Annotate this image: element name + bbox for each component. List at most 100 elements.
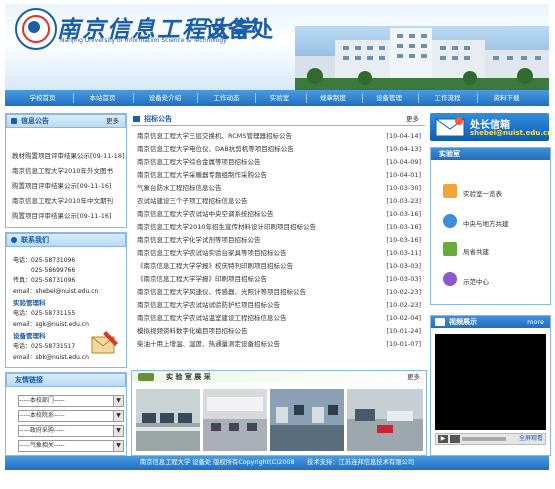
video-controls: ▶ 全屏观看	[435, 433, 546, 445]
page-footer: 南京信息工程大学 设备处 版权所有Copyright(C)2008 技术支持：江…	[5, 456, 549, 470]
bid-row[interactable]: 南京信息工程大学采暖器专题组制作采购公告 [10-04-01]	[137, 170, 421, 181]
bid-row-title[interactable]: 模拟视频资料数字化编目项目招标公告	[137, 326, 248, 337]
bid-row[interactable]: 南京信息工程大学农试站中央空调系统招标公告 [10-03-16]	[137, 209, 421, 220]
bid-row[interactable]: 南京信息工程大学农试站实验台家具等项目招标公告 [10-03-11]	[137, 248, 421, 259]
contact-email[interactable]: email：sgk@nuist.edu.cn	[13, 319, 89, 328]
bid-row[interactable]: 南京信息工程大学电位仪、DAB抗剪机等项目招标公告 [10-04-13]	[137, 144, 421, 155]
envelope-pen-icon	[91, 331, 118, 354]
select-school-colleges[interactable]: -----本校院系----- ▼	[18, 410, 124, 422]
select-government-procurement[interactable]: -----政府采购----- ▼	[18, 425, 124, 437]
bid-row-title[interactable]: 气象台防水工程招标信息公告	[137, 183, 222, 194]
select-school-departments[interactable]: -----本校部门----- ▼	[18, 395, 124, 407]
nav-downloads[interactable]: 资料下载	[479, 90, 534, 106]
contact-line: 电话：025-58731155	[13, 310, 76, 317]
bid-row[interactable]: 南京信息工程大学综合金属等项目招标公告 [10-04-09]	[137, 157, 421, 168]
bid-row[interactable]: 《南京信息工程大学学报》校庆特刊印刷项目招标公告 [10-03-03]	[137, 261, 421, 272]
lab-photo[interactable]	[270, 389, 344, 451]
nav-workflow[interactable]: 工作流程	[420, 90, 475, 106]
contact-email[interactable]: email：shebei@nuist.edu.cn	[13, 286, 98, 295]
bid-row-title[interactable]: 南京信息工程大学农试站温室建设工程招标信息公告	[137, 313, 287, 324]
bid-row-title[interactable]: 《南京信息工程大学学报》印刷项目招标公告	[137, 274, 267, 285]
bid-row-date: [10-04-01]	[386, 171, 421, 179]
bid-row[interactable]: 南京信息工程大学化学试剂等项目招标公告 [10-03-16]	[137, 235, 421, 246]
bid-row-title[interactable]: 南京信息工程大学农试站实验台家具等项目招标公告	[137, 248, 287, 259]
video-more-link[interactable]: more	[527, 316, 544, 328]
progress-bar[interactable]	[462, 437, 506, 441]
contact-line: 传真：025-58731096	[13, 277, 76, 284]
lab-photo[interactable]	[203, 389, 267, 451]
bid-row-title[interactable]: 南京信息工程大学农试站中央空调系统招标公告	[137, 209, 274, 220]
chevron-down-icon: ▼	[113, 411, 123, 421]
bid-row-date: [10-04-09]	[386, 158, 421, 166]
bid-row-title[interactable]: 南京信息工程大学化学试剂等项目招标公告	[137, 235, 261, 246]
bid-row-title[interactable]: 南京信息工程大学综合金属等项目招标公告	[137, 157, 261, 168]
bid-row[interactable]: 南京信息工程大学三层交换机、RCMS管理器招标公告 [10-04-14]	[137, 131, 421, 142]
bid-row[interactable]: 模拟视频资料数字化编目项目招标公告 [10-01-24]	[137, 326, 421, 337]
lab-management-heading: 实验管理科	[13, 299, 46, 307]
bid-row[interactable]: 南京信息工程大学农试站试验防护栏项目招标公告 [10-02-23]	[137, 300, 421, 311]
bid-more-link[interactable]: 更多	[406, 113, 419, 125]
notice-item[interactable]: 购置项目评审结果公示[09-11-16]	[12, 180, 112, 190]
bid-row-title[interactable]: 农试站建设三个子项工程招标信息公告	[137, 196, 248, 207]
lab-list-link[interactable]: 实验室一览表	[463, 188, 502, 198]
lab-photo[interactable]	[136, 389, 200, 451]
bid-row-date: [10-03-11]	[386, 249, 421, 257]
lab-showcase-more-link[interactable]: 更多	[407, 371, 420, 383]
bid-row-date: [10-04-13]	[386, 145, 421, 153]
bid-row-title[interactable]: 南京信息工程大学风速仪、传感器、光照计等项目招标公告	[137, 287, 306, 298]
fullscreen-button[interactable]: 全屏观看	[519, 434, 543, 444]
contact-email[interactable]: email：sbk@nuist.edu.cn	[13, 352, 89, 361]
nav-school-home[interactable]: 学校首页	[15, 90, 70, 106]
group-icon	[443, 242, 457, 256]
bid-row-title[interactable]: 南京信息工程大学电位仪、DAB抗剪机等项目招标公告	[137, 144, 294, 155]
bid-row-date: [10-01-07]	[386, 340, 421, 348]
video-player-screen[interactable]	[435, 334, 546, 430]
notice-item[interactable]: 南京信息工程大学2010年中文期刊	[12, 195, 113, 205]
nav-work-news[interactable]: 工作动态	[199, 90, 254, 106]
nav-department-intro[interactable]: 设备处介绍	[135, 90, 195, 106]
bid-row[interactable]: 南京信息工程大学风速仪、传感器、光照计等项目招标公告 [10-02-23]	[137, 287, 421, 298]
list-icon	[443, 184, 457, 198]
bid-icon	[133, 116, 140, 122]
stop-icon[interactable]	[450, 435, 460, 443]
bid-row[interactable]: 南京信息工程大学农试站温室建设工程招标信息公告 [10-02-04]	[137, 313, 421, 324]
notice-item[interactable]: 购置项目评审结果公示[09-11-16]	[12, 210, 112, 220]
notice-title: 信息公告	[21, 117, 49, 125]
bid-row[interactable]: 南京信息工程大学2010年招生宣传材料设计印刷项目招标公告 [10-03-16]	[137, 222, 421, 233]
central-local-link[interactable]: 中央与地方共建	[463, 218, 509, 228]
bid-row-title[interactable]: 《南京信息工程大学学报》校庆特刊印刷项目招标公告	[137, 261, 293, 272]
bid-row-title[interactable]: 南京信息工程大学采暖器专题组制作采购公告	[137, 170, 267, 181]
nav-laboratory[interactable]: 实验室	[257, 90, 302, 106]
notice-more-link[interactable]: 更多	[106, 115, 119, 127]
demo-center-link[interactable]: 示范中心	[463, 276, 489, 286]
bid-row[interactable]: 《南京信息工程大学学报》印刷项目招标公告 [10-03-03]	[137, 274, 421, 285]
bureau-province-link[interactable]: 局省共建	[463, 246, 489, 256]
play-icon[interactable]: ▶	[438, 435, 448, 443]
bid-row[interactable]: 柴油十用上增温、湿度、热通量测定设备招标公告 [10-01-07]	[137, 339, 421, 350]
contact-header: 联系我们	[6, 233, 126, 247]
links-title: 友情链接	[15, 376, 43, 384]
bid-row-title[interactable]: 南京信息工程大学农试站试验防护栏项目招标公告	[137, 300, 280, 311]
notice-item[interactable]: 南京信息工程大学2010年外文图书	[12, 165, 113, 175]
nav-site-home[interactable]: 本站首页	[75, 90, 130, 106]
bid-row-title[interactable]: 南京信息工程大学2010年招生宣传材料设计印刷项目招标公告	[137, 222, 316, 233]
contact-line: 电话：025-58731517	[13, 343, 76, 350]
bid-row[interactable]: 农试站建设三个子项工程招标信息公告 [10-03-23]	[137, 196, 421, 207]
notice-item[interactable]: 教材购置项目评审结果公示[09-11-18]	[12, 150, 125, 160]
lab-photo[interactable]	[347, 389, 423, 451]
bid-row-date: [10-03-16]	[386, 236, 421, 244]
chevron-down-icon: ▼	[113, 396, 123, 406]
university-english-name: Nanjing University of Information Scienc…	[60, 37, 227, 44]
bid-row-date: [10-03-16]	[386, 223, 421, 231]
director-mailbox-banner[interactable]: 处长信箱 shebei@nuist.edu.cn	[430, 113, 552, 141]
bid-row-date: [10-02-04]	[386, 314, 421, 322]
bid-row-title[interactable]: 柴油十用上增温、湿度、热通量测定设备招标公告	[137, 339, 280, 350]
select-meteorology-related[interactable]: -----气象相关----- ▼	[18, 440, 124, 452]
nav-regulations[interactable]: 规章制度	[308, 90, 358, 106]
bid-row-date: [10-03-03]	[386, 275, 421, 283]
nav-equipment-management[interactable]: 设备管理	[364, 90, 414, 106]
contact-title: 联系我们	[21, 236, 49, 244]
bid-row[interactable]: 气象台防水工程招标信息公告 [10-03-30]	[137, 183, 421, 194]
bid-row-title[interactable]: 南京信息工程大学三层交换机、RCMS管理器招标公告	[137, 131, 292, 142]
video-panel: 视频展示 more ▶ 全屏观看	[430, 315, 551, 456]
